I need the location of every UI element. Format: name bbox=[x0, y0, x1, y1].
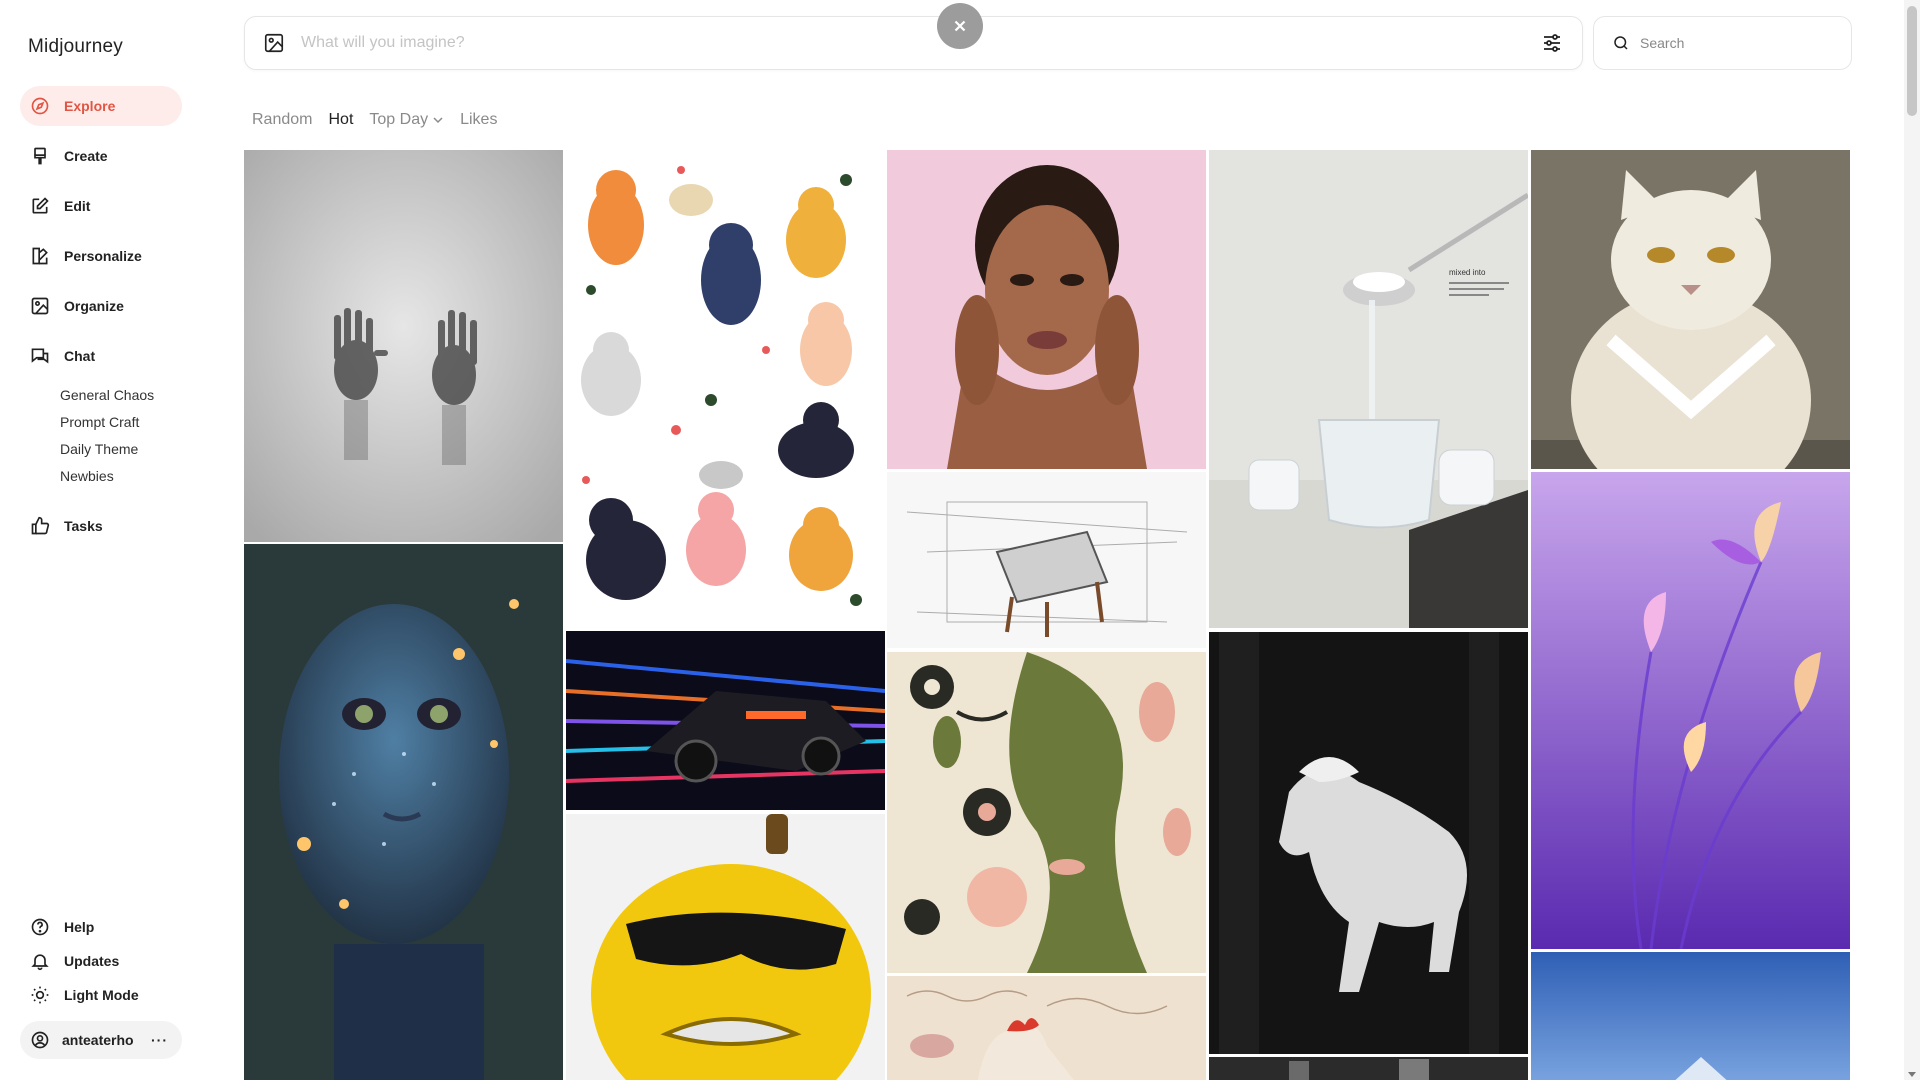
sidebar: Midjourney Explore Create Edit Personali… bbox=[0, 0, 220, 1080]
bell-icon bbox=[31, 954, 49, 971]
gallery-image-race-car[interactable] bbox=[566, 631, 885, 810]
dark-bottom-image bbox=[1209, 1057, 1528, 1080]
sidebar-item-organize[interactable]: Organize bbox=[20, 286, 182, 326]
gallery-image-dark-bottom[interactable] bbox=[1209, 1057, 1528, 1080]
chat-room-general-chaos[interactable]: General Chaos bbox=[60, 382, 182, 409]
sidebar-item-label: Explore bbox=[64, 98, 116, 114]
chat-room-prompt-craft[interactable]: Prompt Craft bbox=[60, 409, 182, 436]
help-label: Help bbox=[64, 919, 95, 935]
gallery-image-cats-pattern[interactable] bbox=[566, 150, 885, 628]
gallery-image-glowing-alien[interactable] bbox=[244, 544, 563, 1080]
chat-room-newbies[interactable]: Newbies bbox=[60, 463, 182, 490]
updates-label: Updates bbox=[64, 953, 120, 969]
gallery-image-flower-face-art[interactable] bbox=[887, 652, 1206, 973]
sidebar-item-personalize[interactable]: Personalize bbox=[20, 236, 182, 276]
main-nav: Explore Create Edit Personalize Organize… bbox=[20, 86, 182, 556]
spoon-glass-image: mixed into bbox=[1209, 150, 1528, 628]
edit-icon bbox=[32, 197, 49, 214]
gallery-image-rooster-collage[interactable] bbox=[887, 976, 1206, 1080]
chevron-down-icon bbox=[433, 117, 443, 124]
sidebar-item-edit[interactable]: Edit bbox=[20, 186, 182, 226]
close-button[interactable] bbox=[937, 3, 983, 49]
sidebar-item-label: Create bbox=[64, 148, 108, 164]
help-link[interactable]: Help bbox=[20, 910, 182, 944]
foggy-hands-image bbox=[244, 150, 563, 542]
light-mode-toggle[interactable]: Light Mode bbox=[20, 978, 182, 1012]
page-scrollbar[interactable] bbox=[1904, 0, 1920, 1080]
tab-likes[interactable]: Likes bbox=[460, 111, 497, 129]
username: anteaterho bbox=[62, 1032, 134, 1048]
flower-face-art-image bbox=[887, 652, 1206, 973]
gallery-image-angry-lemon[interactable] bbox=[566, 814, 885, 1080]
purple-flowers-image bbox=[1531, 472, 1850, 949]
scrollbar-thumb[interactable] bbox=[1907, 6, 1917, 116]
sidebar-item-label: Organize bbox=[64, 298, 124, 314]
gallery-image-woman-portrait[interactable] bbox=[887, 150, 1206, 469]
image-gallery: mixed into bbox=[244, 150, 1852, 1080]
gallery-image-grumpy-cat[interactable] bbox=[1531, 150, 1850, 469]
sidebar-item-label: Personalize bbox=[64, 248, 142, 264]
user-avatar-icon bbox=[31, 1031, 49, 1049]
angry-lemon-image bbox=[566, 814, 885, 1080]
sun-icon bbox=[31, 986, 49, 1004]
gallery-image-chair-sketch[interactable] bbox=[887, 472, 1206, 648]
chat-icon bbox=[31, 348, 49, 364]
more-options-icon[interactable]: ··· bbox=[151, 1032, 168, 1048]
user-menu[interactable]: anteaterho ··· bbox=[20, 1021, 182, 1059]
tab-top-day-label: Top Day bbox=[369, 111, 429, 128]
white-horse-image bbox=[1209, 632, 1528, 1054]
sidebar-item-tasks[interactable]: Tasks bbox=[20, 506, 182, 546]
thumbs-up-icon bbox=[31, 516, 50, 535]
grumpy-cat-image bbox=[1531, 150, 1850, 469]
close-icon bbox=[954, 20, 966, 32]
paintbrush-icon bbox=[34, 147, 46, 165]
tab-hot[interactable]: Hot bbox=[328, 111, 353, 129]
sidebar-item-label: Tasks bbox=[64, 518, 103, 534]
glowing-alien-image bbox=[244, 544, 563, 1080]
feed-tabs: Random Hot Top Day Likes bbox=[252, 111, 497, 129]
gallery-image-foggy-hands[interactable] bbox=[244, 150, 563, 542]
sidebar-item-create[interactable]: Create bbox=[20, 136, 182, 176]
search-icon bbox=[1614, 36, 1628, 50]
sidebar-item-label: Edit bbox=[64, 198, 91, 214]
compass-icon bbox=[31, 97, 49, 115]
search-input[interactable] bbox=[1640, 35, 1840, 51]
prompt-bar bbox=[244, 16, 1583, 70]
sidebar-item-chat[interactable]: Chat bbox=[20, 336, 182, 376]
search-bar bbox=[1593, 16, 1852, 70]
settings-sliders-icon[interactable] bbox=[1540, 31, 1564, 55]
chat-rooms: General Chaos Prompt Craft Daily Theme N… bbox=[60, 382, 182, 490]
gallery-image-blue-sky[interactable] bbox=[1531, 952, 1850, 1080]
blue-sky-image bbox=[1531, 952, 1850, 1080]
image-upload-icon[interactable] bbox=[263, 32, 285, 54]
spoon-caption: mixed into bbox=[1449, 268, 1486, 277]
tab-top-day[interactable]: Top Day bbox=[369, 111, 444, 129]
updates-link[interactable]: Updates bbox=[20, 944, 182, 978]
scroll-down-arrow-icon[interactable] bbox=[1908, 1072, 1916, 1077]
bottom-nav: Help Updates Light Mode bbox=[20, 910, 182, 1012]
personalize-icon bbox=[32, 247, 48, 265]
woman-portrait-image bbox=[887, 150, 1206, 469]
image-icon bbox=[31, 297, 49, 315]
light-mode-label: Light Mode bbox=[64, 987, 139, 1003]
help-icon bbox=[31, 918, 49, 936]
rooster-collage-image bbox=[887, 976, 1206, 1080]
prompt-input[interactable] bbox=[301, 34, 1540, 52]
race-car-image bbox=[566, 631, 885, 810]
chat-room-daily-theme[interactable]: Daily Theme bbox=[60, 436, 182, 463]
sidebar-item-label: Chat bbox=[64, 348, 96, 364]
gallery-image-spoon-glass[interactable]: mixed into bbox=[1209, 150, 1528, 628]
tab-random[interactable]: Random bbox=[252, 111, 312, 129]
app-logo[interactable]: Midjourney bbox=[28, 36, 123, 58]
chair-sketch-image bbox=[887, 472, 1206, 648]
gallery-image-white-horse[interactable] bbox=[1209, 632, 1528, 1054]
cats-pattern-image bbox=[566, 150, 885, 628]
sidebar-item-explore[interactable]: Explore bbox=[20, 86, 182, 126]
gallery-image-purple-flowers[interactable] bbox=[1531, 472, 1850, 949]
